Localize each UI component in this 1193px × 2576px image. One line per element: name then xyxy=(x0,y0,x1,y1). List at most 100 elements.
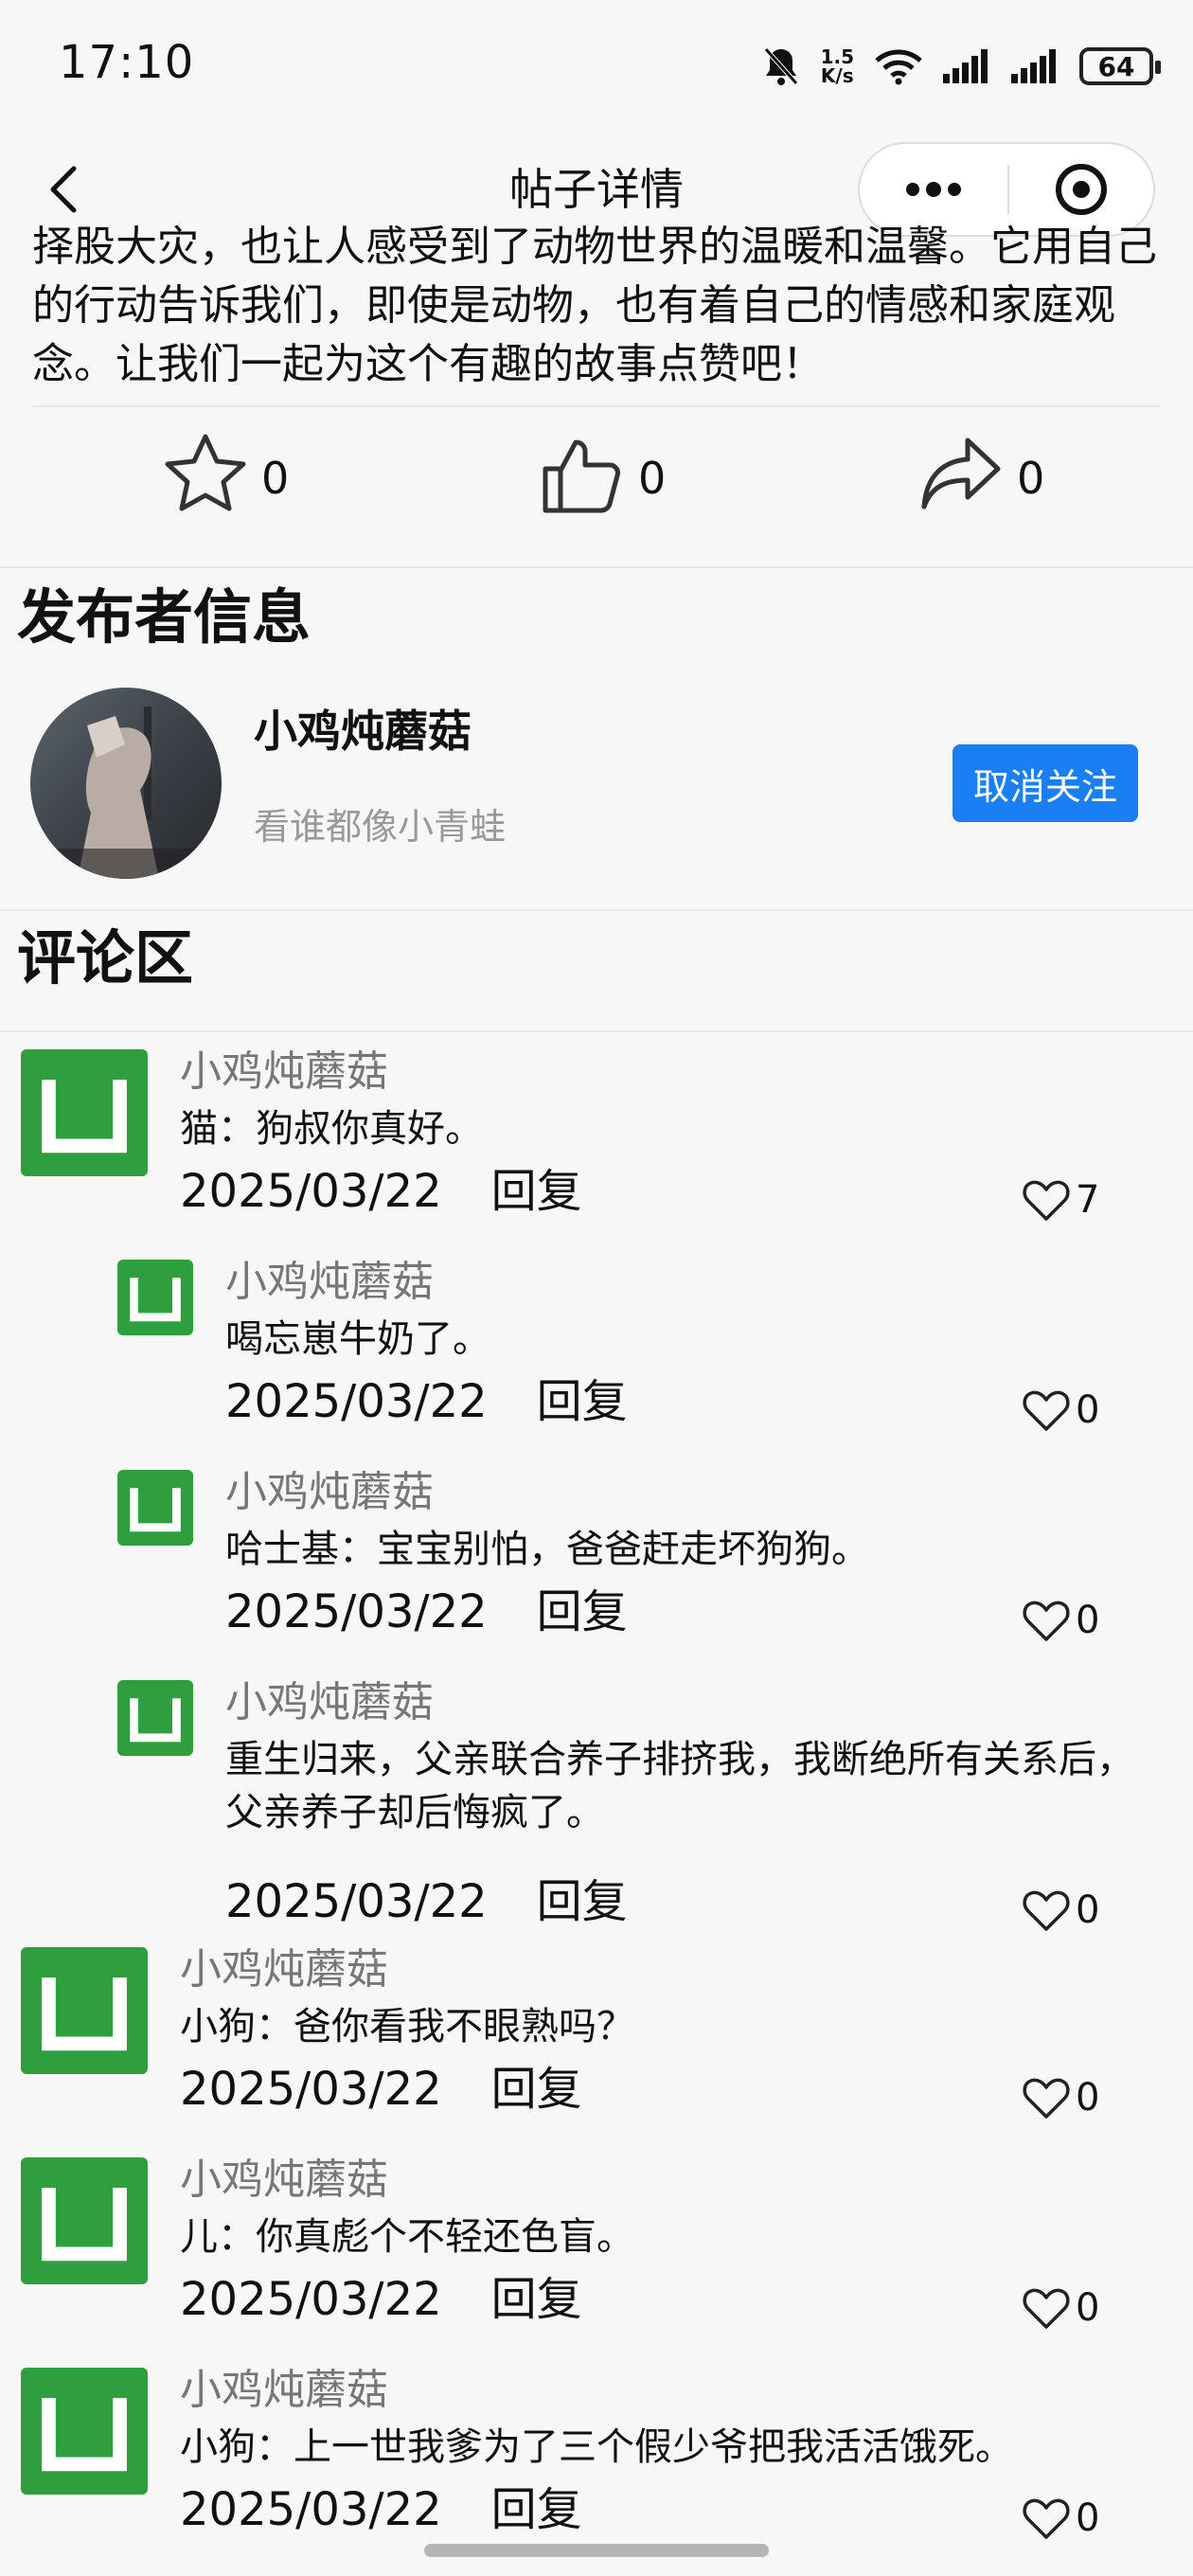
reply-button[interactable]: 回复 xyxy=(537,1583,628,1640)
comment-user[interactable]: 小鸡炖蘑菇 xyxy=(180,1943,388,1996)
share-count: 0 xyxy=(1017,453,1045,504)
reply-item: 小鸡炖蘑菇喝忘崽牛奶了。 2025/03/22 回复 0 xyxy=(0,1256,1193,1466)
comment-avatar[interactable] xyxy=(21,1947,148,2074)
battery-level: 64 xyxy=(1097,50,1135,82)
heart-icon xyxy=(1023,1601,1070,1641)
comment-item: 小鸡炖蘑菇小狗：上一世我爹为了三个假少爷把我活活饿死。 2025/03/22 回复 0 xyxy=(0,2364,1193,2574)
share-arrow-icon xyxy=(918,433,1004,525)
comment-meta: 2025/03/22 回复 xyxy=(180,1163,582,1220)
comment-meta: 2025/03/22 回复 xyxy=(225,1583,628,1640)
comment-text: 喝忘崽牛奶了。 xyxy=(225,1317,490,1361)
comment-user[interactable]: 小鸡炖蘑菇 xyxy=(180,2364,388,2417)
heart-icon xyxy=(1023,2288,1070,2329)
divider xyxy=(0,909,1193,911)
comment-avatar[interactable] xyxy=(117,1260,193,1335)
comment-user[interactable]: 小鸡炖蘑菇 xyxy=(225,1466,434,1519)
comment-like-count: 0 xyxy=(1076,2496,1100,2540)
comment-like-count: 0 xyxy=(1076,1888,1100,1932)
comment-date: 2025/03/22 xyxy=(225,1375,488,1428)
comment-like-button[interactable]: 7 xyxy=(1021,1174,1099,1225)
reply-item: 小鸡炖蘑菇哈士基：宝宝别怕，爸爸赶走坏狗狗。 2025/03/22 回复 0 xyxy=(0,1466,1193,1676)
like-count: 0 xyxy=(638,453,667,504)
comment-text: 小狗：上一世我爹为了三个假少爷把我活活饿死。 xyxy=(180,2425,1013,2469)
reply-button[interactable]: 回复 xyxy=(491,2271,582,2328)
comment-like-button[interactable]: 0 xyxy=(1021,1385,1099,1436)
heart-icon xyxy=(1023,2078,1070,2119)
comment-avatar[interactable] xyxy=(117,1470,193,1546)
signal-icon xyxy=(1011,49,1059,83)
comment-avatar[interactable] xyxy=(21,1049,148,1176)
divider xyxy=(0,566,1193,568)
reply-item: 小鸡炖蘑菇重生归来，父亲联合养子排挤我，我断绝所有关系后，父亲养子却后悔疯了。 2… xyxy=(0,1676,1193,1943)
comment-date: 2025/03/22 xyxy=(225,1585,488,1638)
bell-muted-icon xyxy=(762,45,800,87)
divider xyxy=(32,405,1161,407)
reply-button[interactable]: 回复 xyxy=(491,2481,582,2538)
comment-text: 儿：你真彪个不轻还色盲。 xyxy=(180,2215,634,2259)
favorite-count: 0 xyxy=(261,453,290,504)
favorite-button[interactable]: 0 xyxy=(163,434,290,521)
comment-avatar[interactable] xyxy=(21,2368,148,2495)
nav-bar-background xyxy=(0,133,1193,246)
divider xyxy=(0,1030,1193,1032)
reply-button[interactable]: 回复 xyxy=(491,2061,582,2118)
comment-meta: 2025/03/22 回复 xyxy=(180,2061,582,2118)
comment-text: 重生归来，父亲联合养子排挤我，我断绝所有关系后，父亲养子却后悔疯了。 xyxy=(225,1738,1134,1834)
reply-button[interactable]: 回复 xyxy=(537,1873,628,1930)
comment-date: 2025/03/22 xyxy=(180,2063,442,2116)
unfollow-button[interactable]: 取消关注 xyxy=(953,744,1138,822)
comment-date: 2025/03/22 xyxy=(180,2273,442,2326)
reply-button[interactable]: 回复 xyxy=(491,1163,582,1220)
comment-text: 哈士基：宝宝别怕，爸爸赶走坏狗狗。 xyxy=(225,1528,869,1571)
comment-like-button[interactable]: 0 xyxy=(1021,2282,1099,2334)
publisher-name: 小鸡炖蘑菇 xyxy=(254,706,472,757)
heart-icon xyxy=(1023,2498,1070,2539)
comment-user[interactable]: 小鸡炖蘑菇 xyxy=(180,2154,388,2207)
comment-like-count: 0 xyxy=(1076,1388,1100,1432)
avatar[interactable] xyxy=(30,688,222,879)
share-button[interactable]: 0 xyxy=(918,436,1044,521)
heart-icon xyxy=(1023,1390,1070,1431)
comment-meta: 2025/03/22 回复 xyxy=(180,2271,582,2328)
comment-meta: 2025/03/22 回复 xyxy=(180,2481,582,2538)
wifi-icon xyxy=(875,47,922,85)
thumbs-up-icon xyxy=(540,433,625,525)
comment-meta: 2025/03/22 回复 xyxy=(225,1373,628,1430)
comment-user[interactable]: 小鸡炖蘑菇 xyxy=(180,1046,388,1099)
comment-like-count: 0 xyxy=(1076,2286,1100,2330)
comment-avatar[interactable] xyxy=(21,2157,148,2284)
reply-button[interactable]: 回复 xyxy=(537,1373,628,1430)
comment-date: 2025/03/22 xyxy=(180,2483,442,2536)
comment-text: 猫：狗叔你真好。 xyxy=(180,1107,483,1151)
comment-like-button[interactable]: 0 xyxy=(1021,1885,1099,1936)
comment-like-button[interactable]: 0 xyxy=(1021,1595,1099,1646)
network-speed: 1.5 K/s xyxy=(821,47,854,85)
publisher-bio: 看谁都像小青蛙 xyxy=(254,806,507,848)
comment-text: 小狗：爸你看我不眼熟吗？ xyxy=(180,2005,634,2048)
comment-like-count: 0 xyxy=(1076,1599,1100,1642)
comment-avatar[interactable] xyxy=(117,1680,193,1756)
status-bar: 17:10 1.5 K/s 64 xyxy=(0,0,1193,133)
comment-meta: 2025/03/22 回复 xyxy=(225,1873,628,1930)
speed-unit: K/s xyxy=(820,64,854,87)
star-icon xyxy=(163,433,248,525)
comment-like-count: 0 xyxy=(1076,2076,1100,2120)
comment-user[interactable]: 小鸡炖蘑菇 xyxy=(225,1676,434,1729)
comment-user[interactable]: 小鸡炖蘑菇 xyxy=(225,1256,434,1309)
signal-icon xyxy=(943,49,990,83)
comment-like-button[interactable]: 0 xyxy=(1021,2493,1099,2544)
status-time: 17:10 xyxy=(59,36,195,89)
home-indicator[interactable] xyxy=(424,2544,769,2557)
comment-item: 小鸡炖蘑菇儿：你真彪个不轻还色盲。 2025/03/22 回复 0 xyxy=(0,2154,1193,2364)
status-icons: 1.5 K/s 64 xyxy=(762,38,1161,95)
heart-icon xyxy=(1023,1180,1070,1221)
comment-like-button[interactable]: 0 xyxy=(1021,2072,1099,2123)
comment-item: 小鸡炖蘑菇小狗：爸你看我不眼熟吗？ 2025/03/22 回复 0 xyxy=(0,1943,1193,2154)
like-button[interactable]: 0 xyxy=(540,436,666,521)
heart-icon xyxy=(1023,1890,1070,1931)
battery-icon: 64 xyxy=(1079,47,1161,85)
comment-date: 2025/03/22 xyxy=(180,1165,442,1218)
comments-heading: 评论区 xyxy=(17,923,194,993)
publisher-heading: 发布者信息 xyxy=(17,582,312,652)
comment-date: 2025/03/22 xyxy=(225,1875,488,1928)
